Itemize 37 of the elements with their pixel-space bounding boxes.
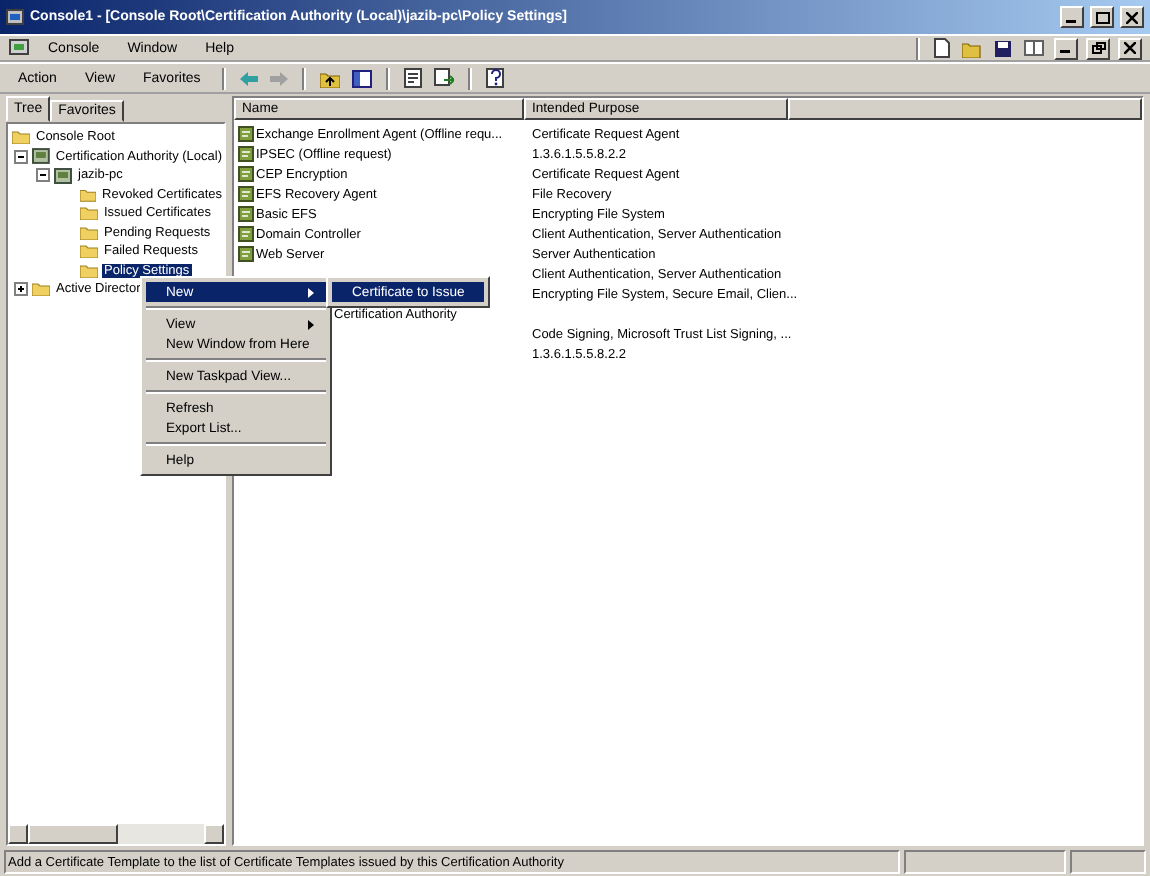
certificate-icon bbox=[238, 166, 254, 182]
up-folder-icon[interactable] bbox=[318, 69, 343, 87]
maximize-icon bbox=[1095, 11, 1109, 23]
folder-icon bbox=[12, 130, 30, 145]
column-header[interactable] bbox=[788, 98, 1142, 120]
help-icon[interactable] bbox=[484, 68, 509, 88]
submenu-arrow-icon bbox=[308, 287, 314, 297]
certificate-icon bbox=[238, 206, 254, 222]
window-icon[interactable] bbox=[1022, 40, 1046, 56]
certificate-icon bbox=[238, 246, 254, 262]
certificate-icon bbox=[238, 126, 254, 142]
close-icon bbox=[1124, 42, 1136, 54]
horizontal-scrollbar[interactable] bbox=[8, 824, 224, 844]
new-document-icon[interactable] bbox=[932, 38, 952, 58]
status-panel bbox=[1070, 850, 1146, 874]
expand-icon[interactable] bbox=[14, 282, 28, 297]
certificate-icon bbox=[238, 146, 254, 162]
close-button[interactable] bbox=[1120, 6, 1144, 28]
minimize-button[interactable] bbox=[1054, 37, 1078, 59]
save-icon[interactable] bbox=[992, 39, 1014, 57]
restore-button[interactable] bbox=[1086, 37, 1110, 59]
export-icon[interactable] bbox=[432, 68, 457, 88]
close-button[interactable] bbox=[1118, 37, 1142, 59]
submenu-arrow-icon bbox=[308, 319, 314, 329]
minimize-button[interactable] bbox=[1060, 6, 1084, 28]
console-icon bbox=[6, 8, 24, 26]
maximize-button[interactable] bbox=[1090, 6, 1114, 28]
collapse-icon[interactable] bbox=[36, 168, 50, 183]
restore-icon bbox=[1091, 42, 1105, 54]
folder-icon bbox=[32, 282, 50, 297]
certificate-icon bbox=[238, 186, 254, 202]
console-icon bbox=[8, 38, 30, 58]
collapse-icon[interactable] bbox=[14, 149, 28, 164]
close-icon bbox=[1126, 11, 1138, 23]
tree-toggle-icon[interactable] bbox=[350, 69, 375, 87]
certificate-icon bbox=[238, 226, 254, 242]
properties-icon[interactable] bbox=[402, 68, 425, 88]
